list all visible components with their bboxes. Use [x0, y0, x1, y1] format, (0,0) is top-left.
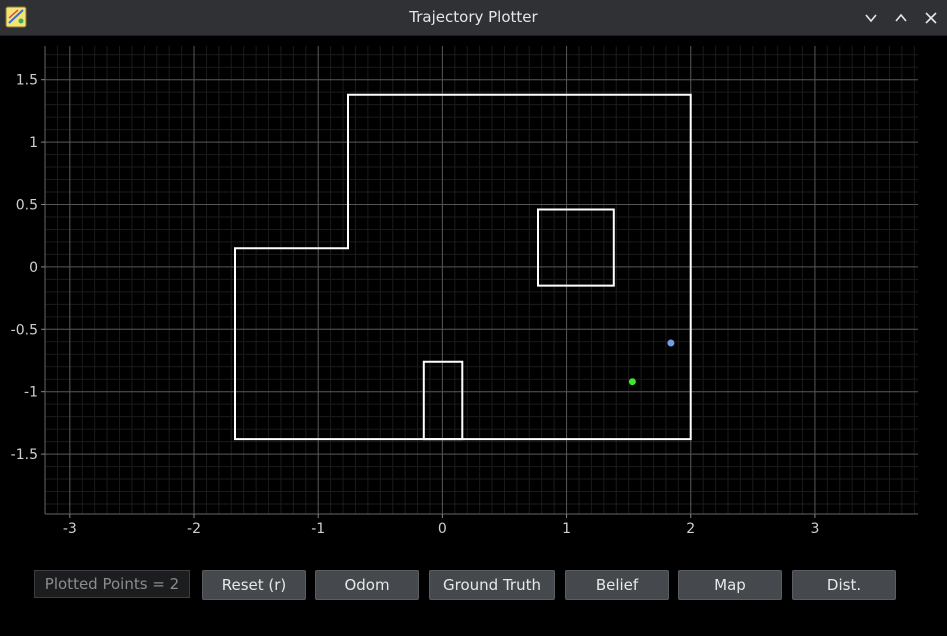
x-tick-label: -2: [187, 521, 201, 537]
reset-button[interactable]: Reset (r): [202, 570, 306, 600]
minimize-icon[interactable]: [861, 8, 881, 28]
y-tick-label: -1: [24, 385, 38, 401]
x-tick-label: 0: [438, 521, 447, 537]
ground-truth-point: [628, 378, 636, 386]
title-bar: Trajectory Plotter: [0, 0, 947, 36]
odom-point: [667, 339, 675, 347]
y-tick-label: -0.5: [11, 322, 38, 338]
plot-area: -3 -2 -1 0 1 2 3 1.5 1 0.5 0 -0.5 -1 -1.5 Plotted Poi…: [0, 36, 947, 636]
control-bar: Plotted Points = 2 Reset (r) Odom Ground…: [0, 569, 947, 609]
y-tick-label: 0.5: [16, 197, 38, 213]
map-wall-1: [537, 208, 615, 287]
y-tick-label: 1.5: [16, 73, 38, 89]
trajectory-plot[interactable]: -3 -2 -1 0 1 2 3 1.5 1 0.5 0 -0.5 -1 -1.5: [0, 36, 947, 556]
window-title: Trajectory Plotter: [409, 8, 538, 26]
y-tick-label: 0: [29, 260, 38, 276]
plotted-points-counter: Plotted Points = 2: [34, 570, 190, 598]
dist-button[interactable]: Dist.: [792, 570, 896, 600]
x-tick-label: 2: [686, 521, 695, 537]
x-tick-label: 1: [562, 521, 571, 537]
close-icon[interactable]: [921, 8, 941, 28]
x-tick-label: 3: [810, 521, 819, 537]
odom-button[interactable]: Odom: [315, 570, 419, 600]
y-tick-label: -1.5: [11, 447, 38, 463]
x-tick-label: -3: [63, 521, 77, 537]
ground-truth-button[interactable]: Ground Truth: [429, 570, 555, 600]
belief-button[interactable]: Belief: [565, 570, 669, 600]
maximize-icon[interactable]: [891, 8, 911, 28]
map-button[interactable]: Map: [678, 570, 782, 600]
y-tick-label: 1: [29, 135, 38, 151]
x-tick-label: -1: [311, 521, 325, 537]
